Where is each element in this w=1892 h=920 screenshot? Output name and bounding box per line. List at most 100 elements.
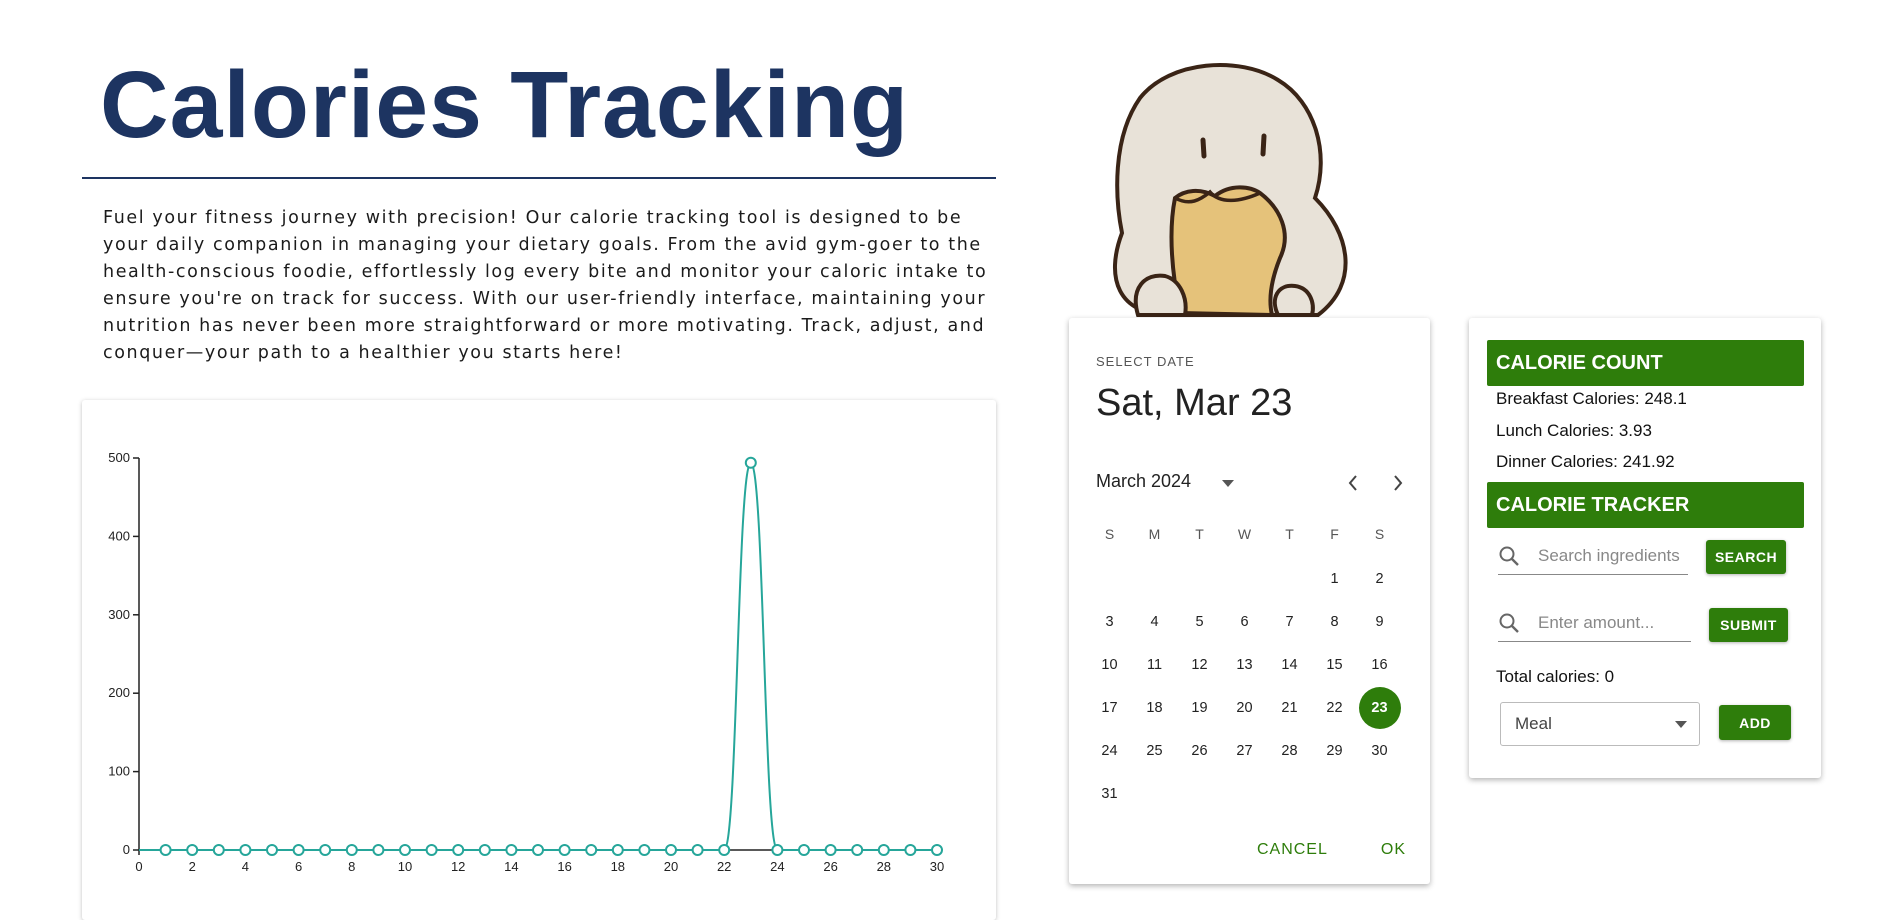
calendar-day-number: 14 — [1281, 656, 1298, 673]
calendar-day[interactable]: 24 — [1087, 729, 1132, 772]
previous-month-button[interactable] — [1338, 468, 1368, 498]
weekday-label: S — [1104, 526, 1115, 542]
calories-data-point — [186, 844, 199, 856]
calendar-day[interactable]: 22 — [1312, 686, 1357, 729]
calendar-day[interactable]: 11 — [1132, 643, 1177, 686]
calories-data-point — [532, 844, 544, 856]
cancel-button[interactable]: CANCEL — [1253, 835, 1332, 865]
calendar-day[interactable]: 13 — [1222, 643, 1267, 686]
x-tick-label: 16 — [557, 859, 571, 874]
selected-date-heading: Sat, Mar 23 — [1096, 382, 1293, 424]
calories-data-point — [931, 844, 943, 856]
calendar-day[interactable]: 19 — [1177, 686, 1222, 729]
y-tick-label: 100 — [108, 764, 130, 779]
y-tick-label: 0 — [123, 842, 130, 857]
calendar-day[interactable]: 16 — [1357, 643, 1402, 686]
calories-chart-card: 0 100 200 300 400 500 0 2 4 6 8 10 12 14 16 18 20 22 24 26 2… — [82, 400, 996, 920]
calendar-day[interactable]: 3 — [1087, 600, 1132, 643]
calendar-day-number: 4 — [1150, 613, 1159, 630]
calendar-day[interactable]: 6 — [1222, 600, 1267, 643]
x-tick-label: 8 — [348, 859, 355, 874]
calendar-day[interactable]: 29 — [1312, 729, 1357, 772]
calendar-day[interactable]: 15 — [1312, 643, 1357, 686]
x-tick-label: 24 — [770, 859, 784, 874]
calendar-day[interactable]: 18 — [1132, 686, 1177, 729]
next-month-button[interactable] — [1383, 468, 1413, 498]
calendar-day-number: 13 — [1236, 656, 1253, 673]
add-button[interactable]: ADD — [1719, 705, 1791, 740]
calendar-day[interactable]: 9 — [1357, 600, 1402, 643]
search-button[interactable]: SEARCH — [1706, 540, 1786, 574]
calories-data-point — [824, 844, 837, 856]
calendar-day[interactable]: 5 — [1177, 600, 1222, 643]
calendar-day-number: 28 — [1281, 742, 1298, 759]
calendar-day[interactable]: 25 — [1132, 729, 1177, 772]
calendar-day[interactable]: 4 — [1132, 600, 1177, 643]
y-tick-label: 500 — [108, 450, 130, 465]
amount-input[interactable] — [1536, 605, 1690, 641]
calendar-day[interactable]: 27 — [1222, 729, 1267, 772]
calendar-day-number: 2 — [1375, 570, 1384, 587]
calendar-day-number: 23 — [1358, 686, 1401, 729]
date-picker[interactable]: SELECT DATE Sat, Mar 23 March 2024 S M T W T… — [1069, 318, 1430, 884]
x-tick-label: 28 — [877, 859, 891, 874]
calendar-day[interactable]: 7 — [1267, 600, 1312, 643]
calories-line-chart: 01002003004005000 2 4 6 8 10 12 14 16 18 20 22 24 26 2… — [108, 450, 944, 874]
submit-button[interactable]: SUBMIT — [1709, 608, 1788, 642]
weekday-label: F — [1330, 526, 1339, 542]
calories-data-point — [798, 844, 810, 856]
calendar-day[interactable]: 30 — [1357, 729, 1402, 772]
calendar-day-number: 1 — [1330, 570, 1339, 587]
calories-data-point — [904, 844, 917, 856]
calendar-day[interactable]: 14 — [1267, 643, 1312, 686]
meal-select-value: Meal — [1515, 714, 1552, 733]
calendar-day[interactable]: 10 — [1087, 643, 1132, 686]
meal-select[interactable]: Meal — [1500, 702, 1700, 746]
calories-data-point — [478, 844, 491, 856]
weekday-label: T — [1195, 526, 1204, 542]
month-dropdown-button[interactable] — [1213, 472, 1243, 494]
caret-down-icon — [1675, 721, 1687, 728]
calendar-day[interactable]: 17 — [1087, 686, 1132, 729]
calories-data-point — [665, 844, 677, 856]
calories-data-point — [425, 844, 438, 856]
calendar-day[interactable]: 28 — [1267, 729, 1312, 772]
calories-data-point — [319, 844, 332, 856]
calories-data-point — [771, 844, 784, 856]
weekday-header: SMTWTFS — [1087, 511, 1407, 557]
calendar-day[interactable]: 31 — [1087, 772, 1132, 815]
month-year-label[interactable]: March 2024 — [1096, 471, 1191, 492]
calories-data-point — [266, 844, 278, 856]
calendar-day-selected[interactable]: 23 — [1357, 686, 1402, 729]
x-tick-label: 10 — [398, 859, 412, 874]
calendar-day-number: 8 — [1330, 613, 1339, 630]
calendar-day[interactable]: 26 — [1177, 729, 1222, 772]
calendar-day-number: 11 — [1146, 656, 1163, 673]
calendar-day[interactable]: 1 — [1312, 557, 1357, 600]
calendar-day[interactable]: 12 — [1177, 643, 1222, 686]
search-icon — [1499, 613, 1519, 633]
calendar-day-number: 10 — [1101, 656, 1118, 673]
calorie-count-header: CALORIE COUNT — [1487, 340, 1804, 386]
calendar-days: 1 2 3 4 5 6 7 8 9 10 11 12 13 14 15 16 17 18 19 20 21 22 23 24 2… — [1087, 557, 1407, 815]
calories-data-point — [372, 844, 385, 856]
calendar-empty-cell — [1177, 557, 1222, 600]
calories-data-point — [718, 844, 731, 856]
weekday-label: W — [1237, 526, 1252, 542]
ingredient-search-input[interactable] — [1536, 538, 1690, 574]
ok-button[interactable]: OK — [1377, 835, 1410, 865]
calendar-day-number: 15 — [1326, 656, 1343, 673]
calorie-tracker-header: CALORIE TRACKER — [1487, 482, 1804, 528]
calendar-day-number: 29 — [1326, 742, 1343, 759]
calendar-day[interactable]: 2 — [1357, 557, 1402, 600]
calendar-day[interactable]: 8 — [1312, 600, 1357, 643]
calendar-day-number: 26 — [1191, 742, 1208, 759]
calories-data-point — [744, 456, 757, 469]
calendar-day-number: 12 — [1191, 656, 1208, 673]
calendar-day-number: 24 — [1101, 742, 1118, 759]
x-tick-label: 18 — [611, 859, 625, 874]
y-tick-label: 400 — [108, 528, 130, 543]
calendar-day[interactable]: 21 — [1267, 686, 1312, 729]
calendar-day[interactable]: 20 — [1222, 686, 1267, 729]
calories-data-point — [239, 844, 252, 856]
